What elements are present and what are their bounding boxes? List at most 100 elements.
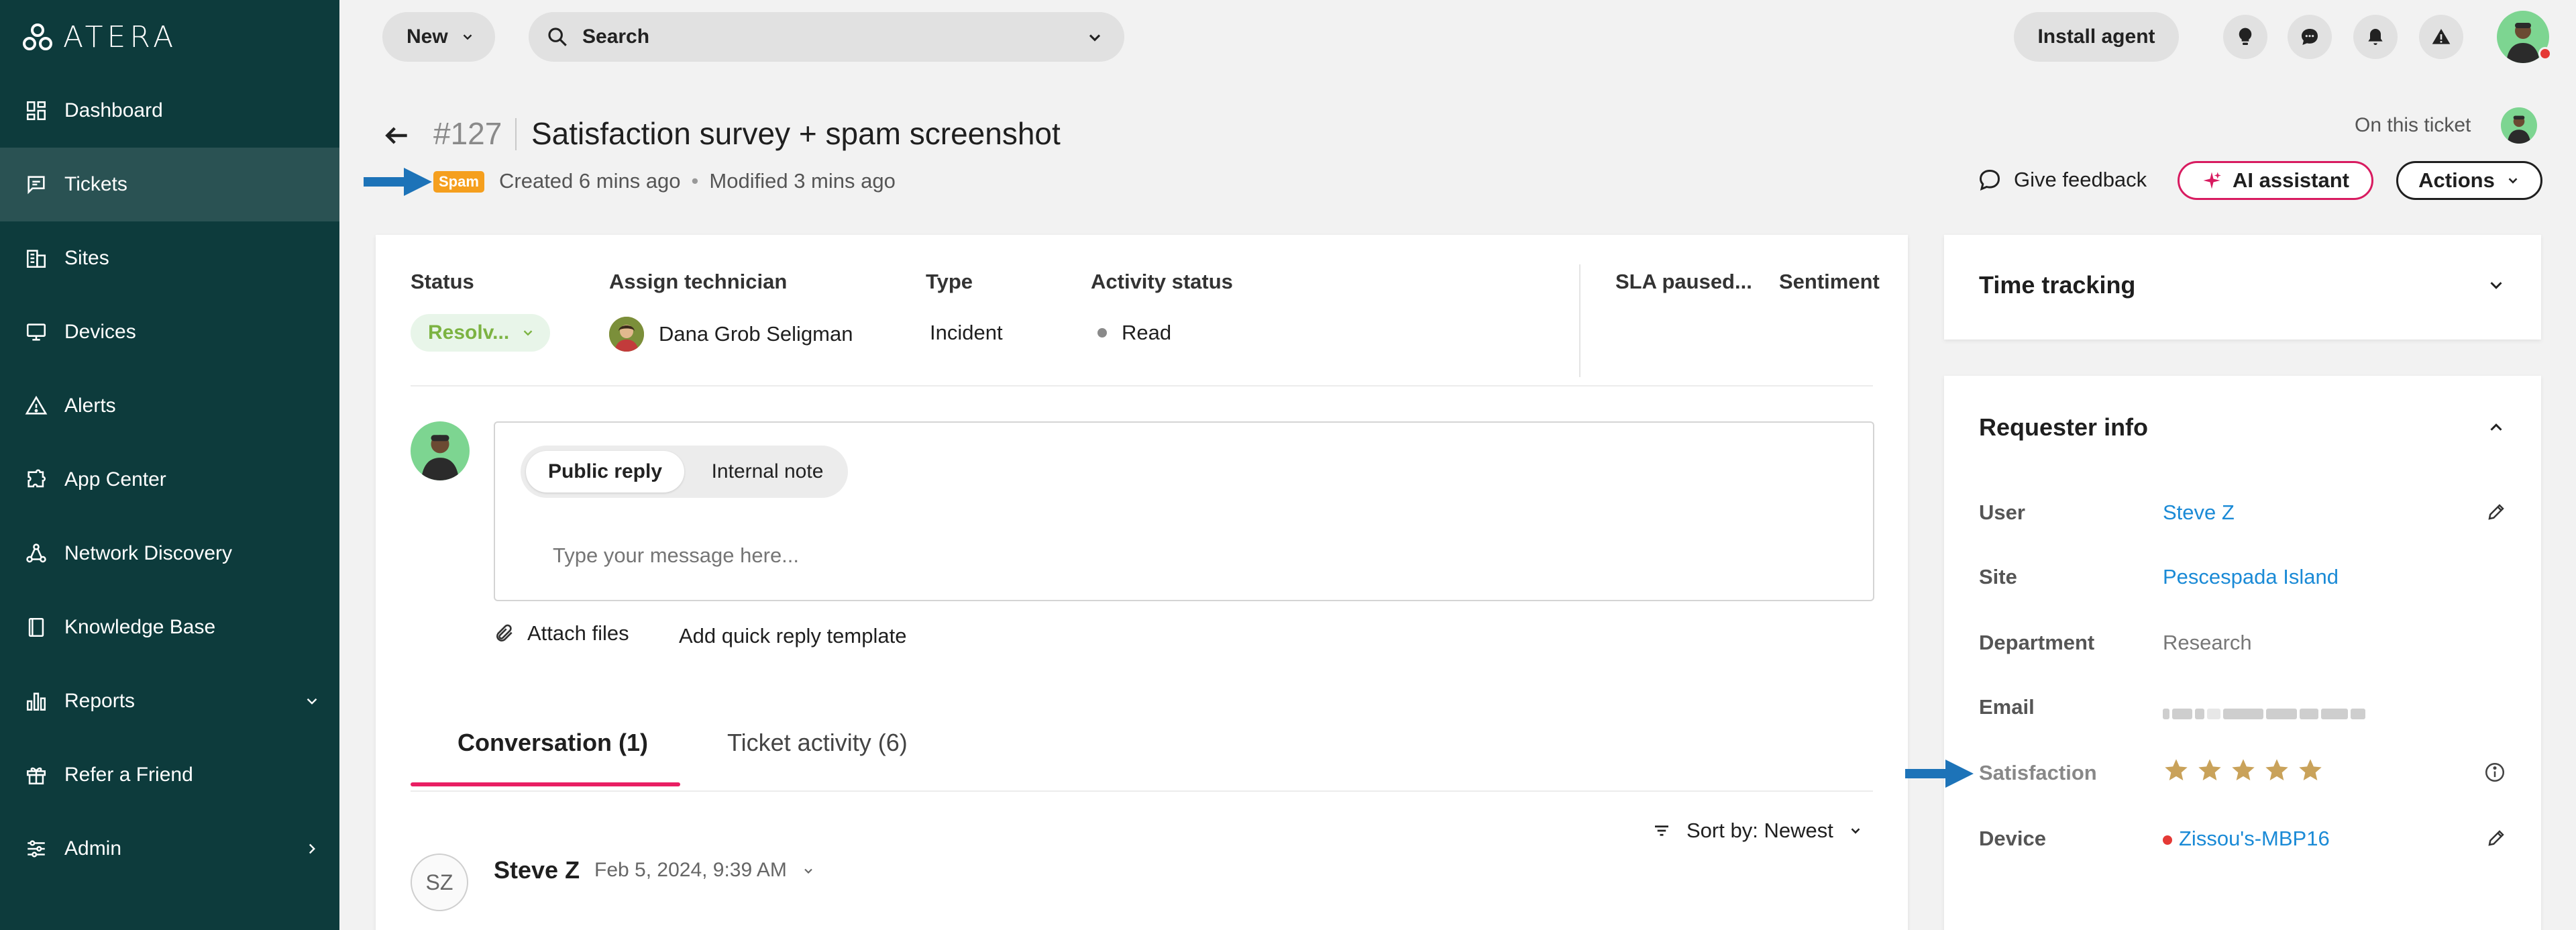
sidebar-item-dashboard[interactable]: Dashboard bbox=[0, 74, 339, 148]
star-icon bbox=[2165, 759, 2188, 780]
actions-button[interactable]: Actions bbox=[2396, 161, 2542, 200]
ai-assistant-label: AI assistant bbox=[2232, 168, 2349, 192]
sidebar-item-knowledge-base[interactable]: Knowledge Base bbox=[0, 590, 339, 664]
department-label: Department bbox=[1979, 631, 2095, 654]
attach-files-button[interactable]: Attach files bbox=[494, 621, 629, 645]
give-feedback-button[interactable]: Give feedback bbox=[1978, 168, 2147, 192]
viewer-avatar[interactable] bbox=[2501, 107, 2537, 144]
activity-status-value: Read bbox=[1097, 321, 1171, 345]
user-link[interactable]: Steve Z bbox=[2163, 501, 2235, 525]
sidebar-item-label: Network Discovery bbox=[64, 542, 233, 564]
internal-note-tab[interactable]: Internal note bbox=[695, 451, 840, 493]
star-icon bbox=[2299, 759, 2322, 780]
status-dropdown[interactable]: Resolv... bbox=[411, 314, 550, 352]
chevron-down-icon[interactable] bbox=[303, 692, 321, 710]
info-icon[interactable] bbox=[2483, 761, 2506, 784]
status-value: Resolv... bbox=[428, 321, 510, 344]
search-bar[interactable]: Search bbox=[529, 12, 1124, 62]
site-label: Site bbox=[1979, 565, 2017, 588]
admin-icon bbox=[24, 837, 48, 861]
sidebar-item-label: App Center bbox=[64, 468, 166, 490]
annotation-arrow bbox=[1905, 760, 1974, 788]
back-arrow-icon[interactable] bbox=[382, 121, 412, 150]
star-icon bbox=[2232, 759, 2255, 780]
device-status-dot bbox=[2163, 835, 2172, 845]
chevron-down-icon[interactable] bbox=[1085, 28, 1104, 47]
dashboard-icon bbox=[24, 99, 48, 123]
status-dot bbox=[2538, 47, 2552, 60]
requester-info-card: Requester info User Steve Z Site Pescesp… bbox=[1944, 376, 2541, 930]
sidebar-item-reports[interactable]: Reports bbox=[0, 664, 339, 738]
sidebar-item-admin[interactable]: Admin bbox=[0, 812, 339, 886]
sort-value: Newest bbox=[1764, 819, 1833, 842]
reply-composer: Public reply Internal note bbox=[494, 421, 1874, 601]
star-icon bbox=[2265, 759, 2288, 780]
chevron-right-icon[interactable] bbox=[303, 840, 321, 858]
chevron-down-icon bbox=[1851, 828, 1860, 834]
technician-name: Dana Grob Seligman bbox=[659, 322, 853, 346]
message-input[interactable] bbox=[553, 544, 1760, 568]
pencil-icon[interactable] bbox=[2486, 828, 2506, 848]
paperclip-icon bbox=[496, 624, 513, 641]
status-label: Status bbox=[411, 270, 474, 293]
alerts-icon bbox=[24, 394, 48, 418]
feedback-icon bbox=[1979, 169, 2000, 191]
meta-separator: • bbox=[691, 169, 699, 193]
email-label: Email bbox=[1979, 695, 2035, 719]
lightbulb-icon bbox=[2239, 28, 2252, 45]
tab-conversation[interactable]: Conversation (1) bbox=[458, 729, 648, 757]
technician-selector[interactable]: Dana Grob Seligman bbox=[609, 317, 853, 352]
sidebar-nav: Dashboard Tickets Sites Devices Alerts A… bbox=[0, 74, 339, 886]
sidebar-item-label: Admin bbox=[64, 837, 122, 860]
sidebar-item-refer-a-friend[interactable]: Refer a Friend bbox=[0, 738, 339, 812]
sort-dropdown[interactable]: Sort by: Newest bbox=[1652, 819, 1863, 843]
active-tab-indicator bbox=[411, 782, 680, 786]
knowledge-base-icon bbox=[24, 615, 48, 639]
time-tracking-card[interactable]: Time tracking bbox=[1944, 235, 2541, 340]
ticket-title[interactable]: Satisfaction survey + spam screenshot bbox=[531, 115, 1061, 152]
tickets-icon bbox=[24, 172, 48, 197]
sidebar-item-devices[interactable]: Devices bbox=[0, 295, 339, 369]
conversation-date-dropdown[interactable]: Feb 5, 2024, 9:39 AM bbox=[594, 859, 815, 882]
created-time: Created 6 mins ago bbox=[499, 169, 681, 193]
divider bbox=[411, 790, 1873, 792]
site-link[interactable]: Pescespada Island bbox=[2163, 565, 2339, 589]
sidebar-item-alerts[interactable]: Alerts bbox=[0, 369, 339, 443]
status-dot-icon bbox=[1097, 328, 1107, 338]
on-this-ticket-label: On this ticket bbox=[2355, 114, 2471, 136]
type-label: Type bbox=[926, 270, 973, 293]
activity-status-label: Activity status bbox=[1091, 270, 1233, 293]
redacted-email bbox=[2163, 706, 2365, 722]
sidebar-item-tickets[interactable]: Tickets bbox=[0, 148, 339, 221]
install-agent-button[interactable]: Install agent bbox=[2014, 12, 2179, 62]
sidebar-item-network-discovery[interactable]: Network Discovery bbox=[0, 517, 339, 590]
quick-reply-template-button[interactable]: Add quick reply template bbox=[679, 624, 906, 648]
notifications-button[interactable] bbox=[2353, 15, 2398, 59]
sidebar-item-sites[interactable]: Sites bbox=[0, 221, 339, 295]
sidebar-item-label: Alerts bbox=[64, 395, 116, 417]
alerts-button[interactable] bbox=[2419, 15, 2463, 59]
chevron-down-icon[interactable] bbox=[2486, 275, 2506, 295]
device-label: Device bbox=[1979, 827, 2046, 850]
network-discovery-icon bbox=[24, 541, 48, 566]
sidebar-item-app-center[interactable]: App Center bbox=[0, 443, 339, 517]
lightbulb-button[interactable] bbox=[2223, 15, 2267, 59]
chevron-down-icon bbox=[523, 330, 533, 336]
devices-icon bbox=[24, 320, 48, 344]
new-button[interactable]: New bbox=[382, 12, 495, 62]
device-link[interactable]: Zissou's-MBP16 bbox=[2163, 827, 2330, 851]
atera-logo[interactable]: ATERA bbox=[21, 20, 177, 54]
type-value[interactable]: Incident bbox=[930, 321, 1003, 345]
chat-button[interactable] bbox=[2288, 15, 2332, 59]
chevron-up-icon[interactable] bbox=[2486, 417, 2506, 437]
reply-author-avatar bbox=[411, 421, 470, 480]
new-button-label: New bbox=[407, 25, 448, 48]
public-reply-tab[interactable]: Public reply bbox=[526, 451, 684, 493]
ai-assistant-button[interactable]: AI assistant bbox=[2178, 161, 2373, 200]
bell-icon bbox=[2368, 29, 2383, 45]
tab-ticket-activity[interactable]: Ticket activity (6) bbox=[727, 729, 908, 757]
pencil-icon[interactable] bbox=[2486, 502, 2506, 522]
sidebar: ATERA Dashboard Tickets Sites Devices Al… bbox=[0, 0, 339, 930]
sparkle-icon bbox=[2203, 172, 2221, 189]
search-icon bbox=[548, 28, 567, 46]
